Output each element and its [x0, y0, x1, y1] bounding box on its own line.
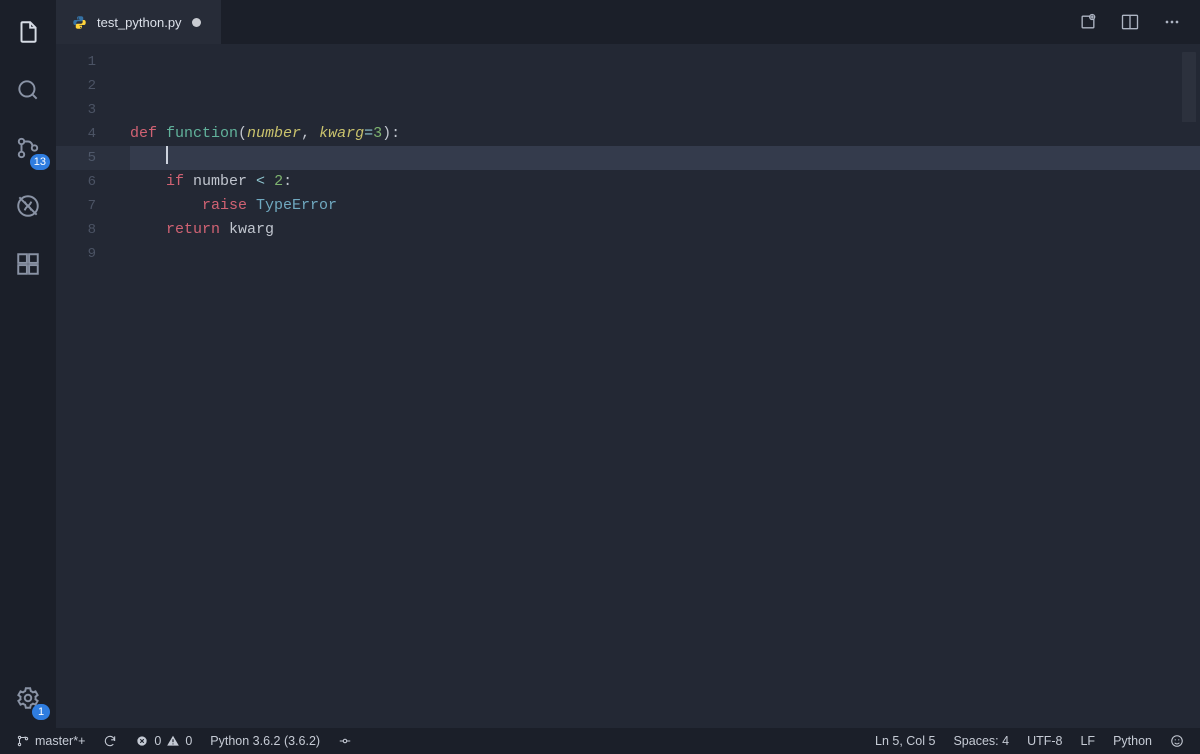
sync-icon [103, 734, 117, 748]
code-line[interactable] [130, 50, 1200, 74]
tab-test-python[interactable]: test_python.py [56, 0, 221, 44]
split-editor-icon[interactable] [1116, 8, 1144, 36]
code-line[interactable] [130, 98, 1200, 122]
code-line[interactable]: if number < 2: [130, 170, 1200, 194]
language-mode-status[interactable]: Python [1107, 728, 1158, 754]
cursor-position: Ln 5, Col 5 [875, 734, 935, 748]
text-cursor [166, 146, 168, 164]
code-line[interactable]: def function(number, kwarg=3): [130, 122, 1200, 146]
smiley-icon [1170, 734, 1184, 748]
status-bar: master*+ 0 0 Python 3.6.2 (3.6.2) Ln 5, … [0, 728, 1200, 754]
line-number: 6 [56, 170, 96, 194]
line-number: 4 [56, 122, 96, 146]
indentation-label: Spaces: 4 [953, 734, 1009, 748]
code-area[interactable]: def function(number, kwarg=3): if number… [110, 44, 1200, 728]
eol-status[interactable]: LF [1074, 728, 1101, 754]
language-label: Python [1113, 734, 1152, 748]
eol-label: LF [1080, 734, 1095, 748]
git-branch-status[interactable]: master*+ [10, 728, 91, 754]
line-number: 5 [56, 146, 96, 170]
tab-filename: test_python.py [97, 15, 182, 30]
python-file-icon [72, 15, 87, 30]
interpreter-label: Python 3.6.2 (3.6.2) [210, 734, 320, 748]
git-commit-status[interactable] [332, 728, 358, 754]
code-line[interactable] [130, 242, 1200, 266]
more-actions-icon[interactable] [1158, 8, 1186, 36]
branch-name: master*+ [35, 734, 85, 748]
cursor-position-status[interactable]: Ln 5, Col 5 [869, 728, 941, 754]
encoding-status[interactable]: UTF-8 [1021, 728, 1068, 754]
line-number: 3 [56, 98, 96, 122]
code-line[interactable]: raise TypeError [130, 194, 1200, 218]
sync-status[interactable] [97, 728, 123, 754]
line-number: 7 [56, 194, 96, 218]
code-line[interactable] [130, 146, 1200, 170]
editor[interactable]: 123456789 def function(number, kwarg=3):… [56, 44, 1200, 728]
settings-gear-icon[interactable]: 1 [8, 678, 48, 718]
commit-icon [338, 734, 352, 748]
git-branch-icon [16, 734, 30, 748]
code-line[interactable] [130, 74, 1200, 98]
encoding-label: UTF-8 [1027, 734, 1062, 748]
tab-bar: test_python.py [56, 0, 1200, 44]
line-number: 1 [56, 50, 96, 74]
line-number: 9 [56, 242, 96, 266]
debug-disabled-icon[interactable] [8, 186, 48, 226]
line-number: 2 [56, 74, 96, 98]
warning-icon [166, 734, 180, 748]
extensions-icon[interactable] [8, 244, 48, 284]
activity-bar: 13 1 [0, 0, 56, 728]
error-icon [135, 734, 149, 748]
error-count: 0 [154, 734, 161, 748]
settings-badge: 1 [32, 704, 50, 720]
python-interpreter-status[interactable]: Python 3.6.2 (3.6.2) [204, 728, 326, 754]
problems-status[interactable]: 0 0 [129, 728, 198, 754]
code-line[interactable]: return kwarg [130, 218, 1200, 242]
search-icon[interactable] [8, 70, 48, 110]
dirty-indicator-icon [192, 18, 201, 27]
open-changes-icon[interactable] [1074, 8, 1102, 36]
warning-count: 0 [185, 734, 192, 748]
scm-badge: 13 [30, 154, 50, 170]
explorer-icon[interactable] [8, 12, 48, 52]
feedback-status[interactable] [1164, 728, 1190, 754]
line-number-gutter: 123456789 [56, 44, 110, 728]
source-control-icon[interactable]: 13 [8, 128, 48, 168]
indentation-status[interactable]: Spaces: 4 [947, 728, 1015, 754]
line-number: 8 [56, 218, 96, 242]
